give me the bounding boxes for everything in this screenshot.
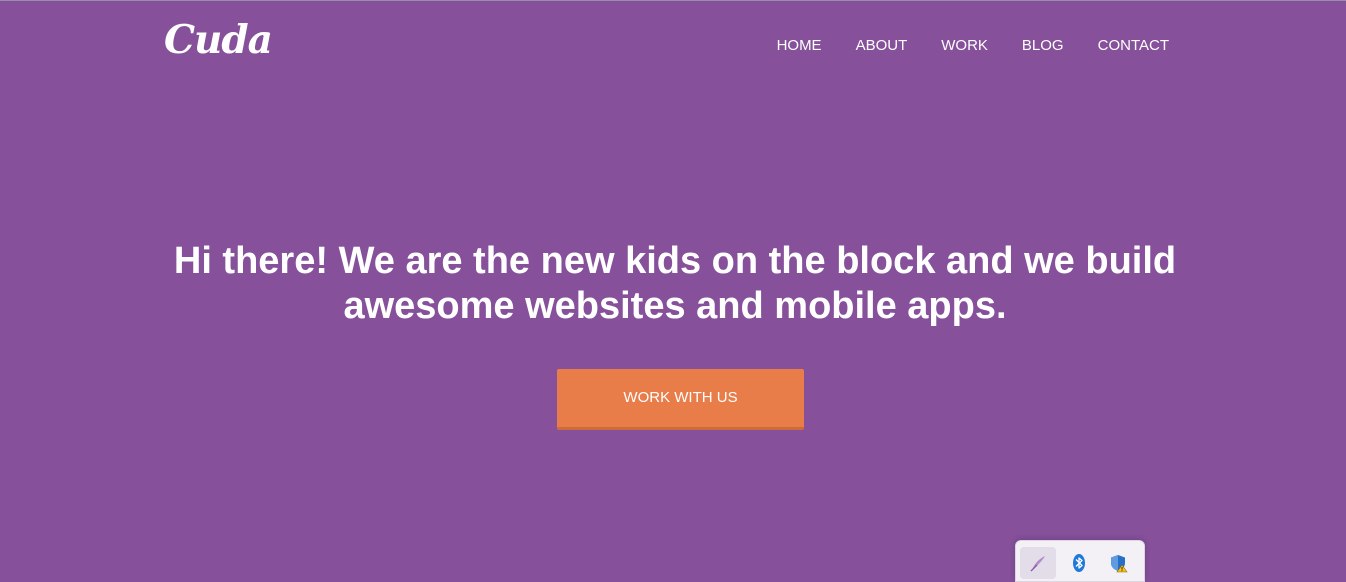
nav-blog[interactable]: BLOG <box>1022 37 1064 54</box>
nav-about[interactable]: ABOUT <box>856 37 908 54</box>
work-with-us-button[interactable]: WORK WITH US <box>557 369 804 430</box>
bluetooth-icon[interactable] <box>1061 547 1097 579</box>
logo[interactable]: Cuda <box>164 21 273 60</box>
security-shield-warning-icon[interactable] <box>1101 547 1137 579</box>
main-nav: HOME ABOUT WORK BLOG CONTACT <box>743 37 1169 54</box>
system-tray-flyout <box>1015 540 1145 582</box>
feather-pen-icon[interactable] <box>1020 547 1056 579</box>
nav-home[interactable]: HOME <box>777 37 822 54</box>
nav-contact[interactable]: CONTACT <box>1098 37 1169 54</box>
hero-title: Hi there! We are the new kids on the blo… <box>173 240 1177 327</box>
nav-work[interactable]: WORK <box>941 37 988 54</box>
